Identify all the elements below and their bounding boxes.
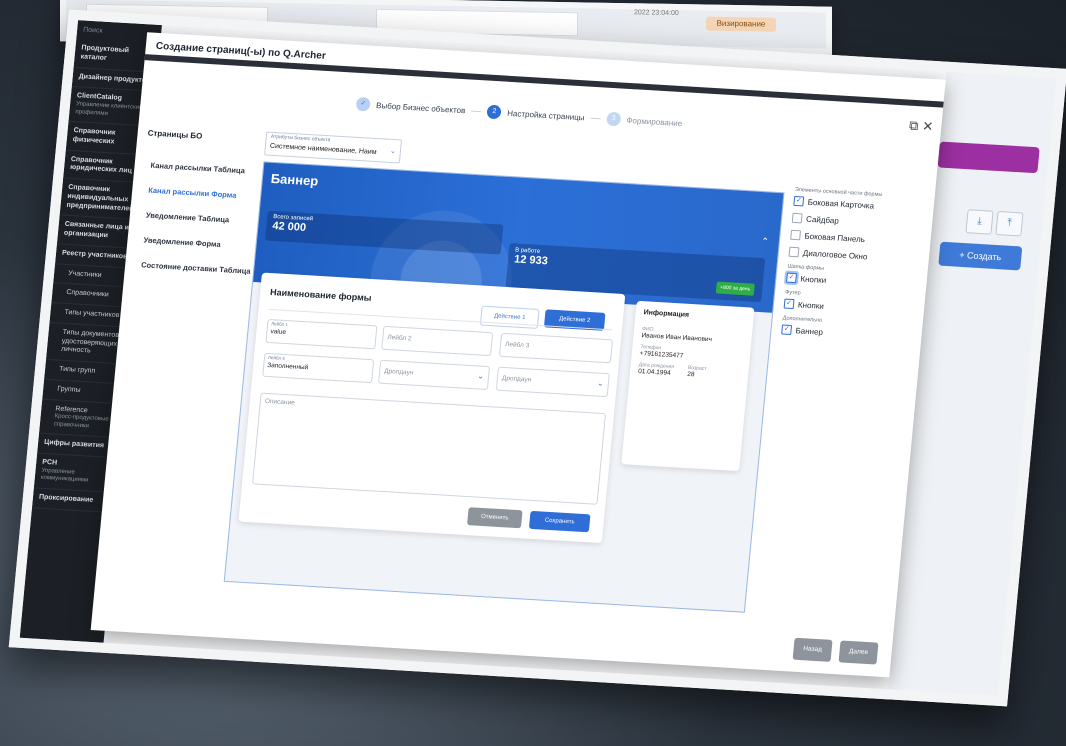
sidebar-item-label: Цифры развития [43,439,105,450]
banner-title: Баннер [270,170,319,189]
step-2-label[interactable]: Настройка страницы [507,108,585,122]
page-item[interactable]: Уведомление Форма [143,235,254,250]
sidebar-item-label: Реестр участников [61,249,128,261]
stepper: ✓ Выбор Бизнес объектов 2 Настройка стра… [355,96,683,130]
sidebar-checkbox[interactable] [791,212,803,224]
page-item[interactable]: Канал рассылки Таблица [150,161,261,176]
form-card: Наименование формы Действие 1 Действие 2… [238,272,626,544]
cancel-button[interactable]: Отменить [466,507,523,529]
purple-banner [937,141,1040,174]
field-4[interactable]: Лейбл 4 Заполненный [262,352,375,384]
attributes-select[interactable]: Атрибуты бизнес объекта Системное наимен… [264,131,403,164]
sidebar-item-label: Типы документов, удостоверяющих личность [60,328,122,355]
dropdown-2-placeholder: Дропдаун [501,374,532,384]
sidebar-item-label: Reference [55,404,88,414]
field-4-label: Лейбл 4 [267,354,285,361]
create-button[interactable]: + Создать [938,241,1023,271]
side-card-label: Боковая Карточка [807,197,875,211]
dropdown-1[interactable]: Дропдаун ⌄ [377,359,491,391]
age-value: 28 [686,370,695,379]
side-card-checkbox[interactable]: ✓ [793,195,805,207]
footer-buttons-label: Кнопки [797,299,825,311]
total-records-card: Всего записей 42 000 [265,210,504,255]
daily-delta-badge: +800 за день [715,281,755,296]
pages-list: Канал рассылки Таблица Канал рассылки Фо… [139,161,261,292]
create-pages-modal: Создание страниц(-ы) по Q.Archer ⧉ ✕ ✓ Вы… [90,32,946,678]
sidebar-label: Сайдбар [805,214,840,226]
chevron-down-icon: ⌄ [389,147,397,156]
dropdown-2[interactable]: Дропдаун ⌄ [495,366,610,398]
page-item[interactable]: Состояние доставки Таблица [141,260,252,275]
field-4-value: Заполненный [266,361,309,372]
step-1-label[interactable]: Выбор Бизнес объектов [376,100,466,114]
description-placeholder: Описание [264,397,296,407]
info-title: Информация [643,309,690,319]
attributes-select-label: Атрибуты бизнес объекта [270,133,331,144]
close-icon[interactable]: ✕ [922,118,934,134]
chevron-down-icon: ⌄ [596,378,605,388]
field-3-placeholder: Лейбл 3 [504,341,530,350]
field-2-placeholder: Лейбл 2 [387,334,412,343]
sidebar-item-label: Справочник индивидуальных предпринимател… [66,183,134,213]
step-3-label[interactable]: Формирование [626,115,683,127]
modal-title-bar [144,54,944,108]
next-button[interactable]: Далее [838,640,879,665]
sidebar-item-label: Справочники [66,289,110,299]
dropdown-1-placeholder: Дропдаун [383,367,414,377]
sidebar-item-label: Справочник физических [72,127,116,146]
form-options: Элементы основной части формы ✓ Боковая К… [780,181,925,349]
header-buttons-checkbox[interactable]: ✓ [786,272,797,284]
chevron-down-icon: ⌄ [476,371,485,381]
side-panel-checkbox[interactable] [790,229,802,241]
dob-value: 01.04.1994 [637,367,671,377]
download-icon[interactable]: ⤓ [965,209,994,235]
pages-title: Страницы БО [147,128,203,141]
attributes-select-value: Системное наименование, Наим [269,142,377,157]
side-panel-label: Боковая Панель [804,231,866,244]
sidebar-item-label: Связанные лица и организации [63,220,130,240]
description-textarea[interactable]: Описание [252,392,607,505]
header-buttons-label: Кнопки [800,273,827,285]
sidebar-item-label: Группы [56,385,81,394]
step-3-dot: 3 [605,111,622,127]
dialog-label: Диалоговое Окно [802,248,868,261]
expand-icon[interactable]: ⧉ [908,118,919,133]
chevron-up-icon[interactable]: ⌃ [761,236,769,247]
back-button[interactable]: Назад [792,637,833,662]
field-1-label: Лейбл 1 [270,321,289,328]
sidebar-item-label: Дизайнер продуктов [78,72,151,85]
save-button[interactable]: Сохранить [528,510,591,533]
page-item[interactable]: Уведомление Таблица [146,211,257,226]
upload-icon[interactable]: ⤒ [995,210,1024,237]
sidebar-item-label: PCH [41,458,58,467]
sidebar-item-label: Справочник юридических лиц [69,155,133,175]
sidebar-item-label: Участники [67,269,102,279]
field-1[interactable]: Лейбл 1 value [265,318,378,350]
form-name: Наименование формы [269,287,372,304]
info-card: Информация ФИО Иванов Иван Иванович Теле… [621,300,755,472]
field-2[interactable]: Лейбл 2 [381,325,494,357]
sidebar-item-label: Продуктовый каталог [80,44,130,62]
page-item-active[interactable]: Канал рассылки Форма [148,186,259,201]
field-3[interactable]: Лейбл 3 [498,332,614,364]
dialog-checkbox[interactable] [788,246,800,258]
sidebar-item-label: Проксирование [38,493,94,504]
banner-label: Баннер [795,325,824,337]
field-1-value: value [270,328,287,336]
sidebar-item-label: Типы групп [58,365,96,375]
footer-buttons-checkbox[interactable]: ✓ [783,298,795,310]
page-preview: Баннер ⌃ Всего записей 42 000 В работе 1… [223,161,785,613]
sidebar-item-label: Типы участников [64,308,120,320]
banner-checkbox[interactable]: ✓ [781,324,793,335]
step-1-dot: ✓ [355,96,371,112]
step-2-dot: 2 [486,104,502,120]
app-window: Поиск Продуктовый каталог Дизайнер продук… [8,9,1066,707]
